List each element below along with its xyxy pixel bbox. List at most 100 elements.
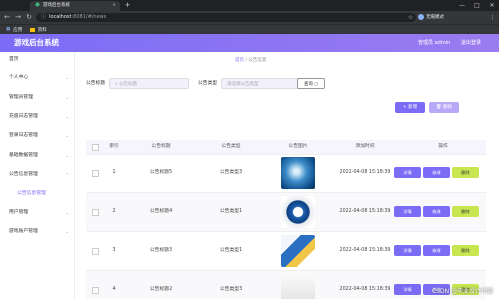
row-type: 公告类型1 (219, 248, 243, 253)
row-checkbox[interactable] (92, 248, 99, 255)
tab-title: 游戏后台系统 (43, 3, 70, 8)
chevron-down-icon: ⌄ (65, 210, 69, 215)
row-checkbox[interactable] (92, 170, 99, 177)
apps-grid-icon: ▦ (6, 27, 11, 32)
delete-button[interactable]: 删除 (452, 167, 479, 178)
browser-tab[interactable]: 游戏后台系统 × (30, 1, 120, 11)
maximize-button[interactable]: □ (470, 0, 484, 11)
type-select-placeholder: 请选择公告类型 (227, 82, 259, 87)
search-button[interactable]: 查询 ○ (297, 78, 325, 89)
edit-label: 修改 (432, 248, 441, 253)
url-host: localhost (49, 14, 72, 20)
vue-logo-icon (35, 2, 40, 7)
type-select[interactable]: 请选择公告类型 (221, 78, 301, 89)
sidebar-item-admins[interactable]: 管理员管理 ⌄ (9, 94, 69, 102)
detail-button[interactable]: 详情 (394, 245, 421, 256)
app-root: 游戏后台系统 管理员 admin 退出登录 首页 个人中心 ⌄ 管理员管理 ⌄ 充值… (0, 34, 499, 299)
bookmark-folder-label: 资料 (37, 28, 47, 33)
detail-button[interactable]: 详情 (394, 167, 421, 178)
row-type: 公告类型3 (219, 287, 243, 292)
add-button[interactable]: + 新增 (395, 102, 425, 113)
watermark: CSDN @毕业设计代做 (431, 288, 493, 295)
row-type: 公告类型1 (219, 209, 243, 214)
sidebar-item-home[interactable]: 首页 (9, 56, 69, 64)
url-path: :8081/#/news (71, 14, 107, 20)
notice-image (281, 157, 315, 189)
row-index: 1 (112, 170, 116, 175)
row-time: 2022-04-08 15:18:39 (339, 209, 391, 214)
sidebar-item-profile[interactable]: 个人中心 ⌄ (9, 74, 69, 82)
close-window-button[interactable]: ✕ (485, 0, 499, 11)
address-bar[interactable]: ⓘ localhost:8081/#/news (36, 13, 416, 22)
new-tab-button[interactable]: + (123, 1, 132, 10)
column-header-type: 公告类型 (221, 144, 241, 149)
column-header-index: 索引 (109, 144, 119, 149)
sidebar-item-label: 个人中心 (9, 75, 29, 80)
back-icon[interactable]: ← (2, 13, 12, 22)
edit-label: 修改 (432, 170, 441, 175)
logout-link[interactable]: 退出登录 (461, 39, 481, 47)
delete-label: 删除 (461, 248, 470, 253)
column-header-time: 添加时间 (355, 144, 375, 149)
table-header: 索引 公告标题 公告类型 公告图片 添加时间 操作 (86, 140, 486, 155)
column-header-title: 公告标题 (151, 144, 171, 149)
edit-button[interactable]: 修改 (423, 206, 450, 217)
sidebar-item-users[interactable]: 用户管理 ⌄ (9, 209, 69, 217)
sidebar-item-login-log[interactable]: 登录日志管理 ⌄ (9, 132, 69, 140)
row-checkbox[interactable] (92, 287, 99, 294)
breadcrumb-home[interactable]: 首页 (235, 58, 244, 63)
row-index: 2 (112, 209, 116, 214)
row-title: 公告标题5 (149, 170, 173, 175)
detail-button[interactable]: 详情 (394, 284, 421, 295)
breadcrumb: 首页 / 公告信息 (235, 57, 266, 64)
sidebar-item-notices[interactable]: 公告信息管理 ⌃ (9, 171, 69, 179)
chevron-up-icon: ⌃ (65, 172, 69, 177)
table-row: 4 公告标题2 公告类型3 2022-04-08 15:18:39 详情 修改 … (86, 271, 486, 299)
row-title: 公告标题4 (149, 209, 173, 214)
notice-image (281, 235, 315, 267)
bookmark-star-icon[interactable]: ☆ (406, 13, 415, 22)
main-content: 首页 / 公告信息 公告标题 ⌕ 公告标题 公告类型 请选择公告类型 查询 ○ … (75, 52, 499, 299)
breadcrumb-separator: / (245, 58, 247, 63)
bookmarks-bar: ▦ 应用 资料 (0, 24, 499, 34)
sidebar-item-label: 充值日志管理 (9, 114, 38, 119)
incognito-icon (418, 13, 424, 20)
browser-menu-icon[interactable]: ⋮ (488, 13, 497, 22)
detail-label: 详情 (403, 209, 412, 214)
folder-icon (29, 27, 35, 32)
type-filter-label: 公告类型 (198, 81, 218, 86)
sidebar-item-base-data[interactable]: 基础数据管理 ⌄ (9, 152, 69, 160)
edit-button[interactable]: 修改 (423, 245, 450, 256)
batch-delete-button[interactable]: 🗑 删除 (429, 102, 459, 113)
row-title: 公告标题2 (149, 287, 173, 292)
delete-button[interactable]: 删除 (452, 245, 479, 256)
minimize-button[interactable]: — (455, 0, 469, 11)
chevron-down-icon: ⌄ (65, 229, 69, 234)
profile-badge[interactable]: 无痕模式 (418, 13, 444, 22)
sidebar-item-label: 游戏账户管理 (9, 229, 38, 234)
delete-button[interactable]: 删除 (452, 206, 479, 217)
title-search-placeholder: 公告标题 (118, 82, 137, 87)
detail-label: 详情 (403, 170, 412, 175)
detail-button[interactable]: 详情 (394, 206, 421, 217)
row-index: 3 (112, 248, 116, 253)
edit-button[interactable]: 修改 (423, 167, 450, 178)
column-header-image: 公告图片 (288, 144, 308, 149)
title-search-input[interactable]: ⌕ 公告标题 (109, 78, 189, 89)
sidebar-item-recharge-log[interactable]: 充值日志管理 ⌄ (9, 113, 69, 121)
chevron-down-icon: ⌄ (65, 114, 69, 119)
sidebar-item-game-accounts[interactable]: 游戏账户管理 ⌄ (9, 228, 69, 236)
row-checkbox[interactable] (92, 209, 99, 216)
select-all-checkbox[interactable] (92, 144, 99, 151)
tab-close-icon[interactable]: × (112, 1, 116, 11)
info-icon[interactable]: ⓘ (41, 14, 46, 20)
detail-label: 详情 (403, 287, 412, 292)
sidebar-item-label: 基础数据管理 (9, 153, 38, 158)
admin-label: 管理员 admin (418, 40, 451, 46)
reload-icon[interactable]: ↻ (24, 13, 34, 22)
sidebar-subitem-notices[interactable]: 公告信息管理 (17, 190, 46, 198)
notice-image (281, 196, 315, 228)
sidebar-item-label: 首页 (9, 57, 19, 62)
forward-icon[interactable]: → (13, 13, 23, 22)
column-header-actions: 操作 (438, 144, 448, 149)
